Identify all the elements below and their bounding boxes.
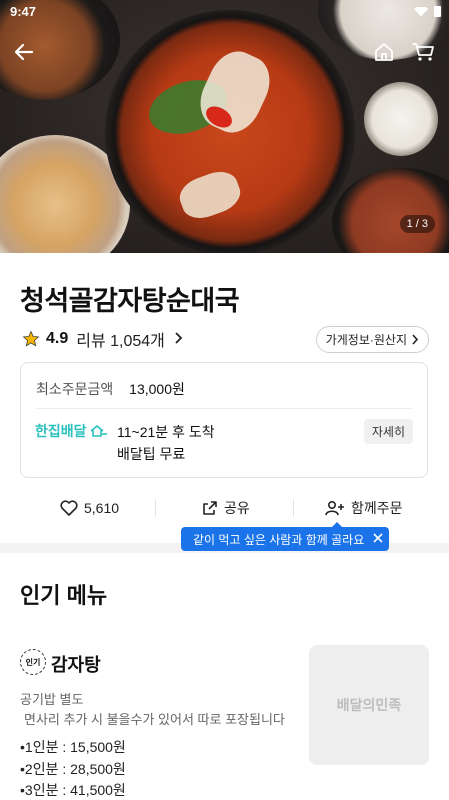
action-bar: 5,610 공유 함께주문 [0,494,449,522]
popular-badge-icon: 인기 [20,649,46,675]
like-count: 5,610 [84,500,120,516]
delivery-logo: 한집배달 [35,421,108,441]
divider [155,499,156,517]
detail-button[interactable]: 자세히 [363,419,413,444]
divider [36,408,412,409]
chevron-right-icon [173,331,183,347]
thumbnail-logo: 배달의민족 [336,697,402,713]
delivery-time: 11~21분 후 도착 [117,424,215,440]
cart-icon [412,43,434,61]
min-order-value: 13,000원 [129,381,185,397]
rating-score: 4.9 [46,330,69,347]
tooltip-text: 같이 먹고 싶은 사람과 함께 골라요 [193,532,365,547]
delivery-tip: 배달팁 무료 [117,446,186,462]
back-arrow-icon [14,43,34,61]
rating-row[interactable]: 4.9 리뷰 1,054개 [22,327,183,351]
group-order-label: 함께주문 [351,500,403,516]
status-icons [414,6,441,17]
popular-badge-label: 인기 [25,657,41,667]
store-info-button[interactable]: 가게정보·원산지 [315,326,429,353]
battery-icon [434,6,441,17]
back-button[interactable] [10,38,38,66]
group-order-tooltip: 같이 먹고 싶은 사람과 함께 골라요 [181,522,389,551]
store-name: 청석골감자탕순대국 [20,286,240,316]
star-icon [22,330,40,347]
image-counter: 1 / 3 [399,215,435,233]
chevron-right-icon [412,334,419,345]
share-label: 공유 [224,500,250,516]
share-icon [203,501,217,515]
house-icon [90,425,107,437]
store-info-label: 가게정보·원산지 [325,333,407,347]
delivery-info-card: 최소주문금액 13,000원 한집배달 11~21분 후 도착 배달팁 무료 자… [20,362,428,478]
menu-item-desc: 공기밥 별도 [20,692,84,707]
review-count: 리뷰 1,054개 [76,333,165,350]
cart-button[interactable] [410,38,438,66]
share-button[interactable]: 공유 [202,494,250,522]
section-title-popular: 인기 메뉴 [20,583,108,608]
min-order-row: 최소주문금액 13,000원 [36,379,185,399]
price-line: •1인분 : 15,500원 [20,739,126,755]
group-order-button[interactable]: 함께주문 [325,494,403,522]
home-button[interactable] [370,38,398,66]
like-button[interactable]: 5,610 [60,494,119,522]
wifi-icon [414,6,428,17]
heart-icon [60,500,78,516]
add-person-icon [325,500,344,516]
min-order-label: 최소주문금액 [36,381,114,397]
divider [293,499,294,517]
status-time: 9:47 [10,4,37,19]
home-icon [375,43,393,61]
price-line: •3인분 : 41,500원 [20,782,126,798]
menu-item-thumbnail[interactable]: 배달의민족 [309,645,429,765]
price-line: •2인분 : 28,500원 [20,761,126,777]
close-icon [373,533,383,543]
menu-item-desc: 면사리 추가 시 불을수가 있어서 따로 포장됩니다 [24,712,285,727]
menu-item-name[interactable]: 감자탕 [51,651,101,677]
delivery-logo-text: 한집배달 [35,423,87,439]
delivery-details: 11~21분 후 도착 배달팁 무료 [117,421,215,465]
tooltip-close-button[interactable] [373,532,383,546]
